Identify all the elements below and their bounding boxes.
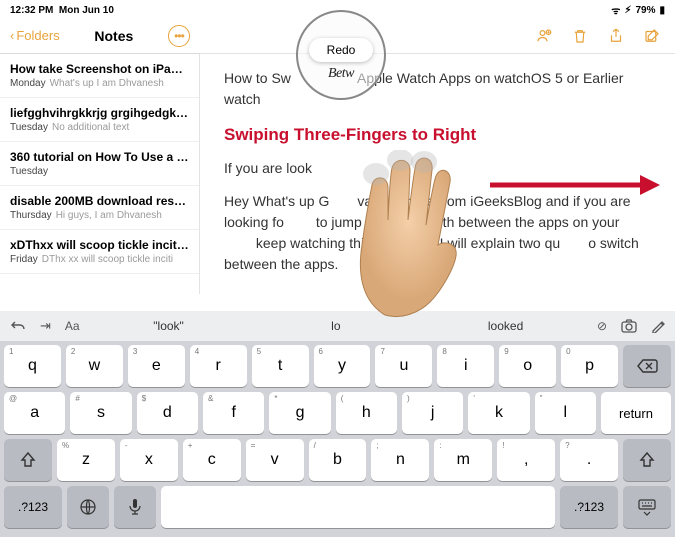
undo-toolbar-button[interactable] bbox=[10, 319, 26, 333]
note-subtitle: Tuesday bbox=[10, 166, 189, 177]
notes-sidebar[interactable]: How take Screenshot on iPad wi… MondayWha… bbox=[0, 54, 200, 294]
key-n[interactable]: ;n bbox=[371, 439, 429, 481]
arrow-right-icon bbox=[490, 172, 660, 198]
key-shift-right[interactable] bbox=[623, 439, 671, 481]
key-l[interactable]: "l bbox=[535, 392, 596, 434]
key-dictation[interactable] bbox=[114, 486, 156, 528]
note-subtitle: FridayDThx xx will scoop tickle inciti bbox=[10, 254, 189, 265]
key-r[interactable]: 4r bbox=[190, 345, 247, 387]
note-list-item[interactable]: liefgghvihrgkkrjg grgihgedgkeijg… Tuesday… bbox=[0, 98, 199, 142]
key-m[interactable]: :m bbox=[434, 439, 492, 481]
status-date: Mon Jun 10 bbox=[59, 5, 114, 16]
key-o[interactable]: 9o bbox=[499, 345, 556, 387]
key-period[interactable]: ?. bbox=[560, 439, 618, 481]
key-backspace[interactable] bbox=[623, 345, 671, 387]
note-subtitle: MondayWhat's up I am Dhvanesh bbox=[10, 78, 189, 89]
note-list-item[interactable]: How take Screenshot on iPad wi… MondayWha… bbox=[0, 54, 199, 98]
backspace-icon bbox=[636, 358, 658, 374]
chevron-left-icon: ‹ bbox=[10, 28, 14, 43]
key-q[interactable]: 1q bbox=[4, 345, 61, 387]
note-list-item[interactable]: xDThxx will scoop tickle inciting s Frida… bbox=[0, 230, 199, 274]
hide-keyboard-icon bbox=[637, 498, 657, 516]
checkmark-icon[interactable]: ⊘ bbox=[597, 319, 607, 333]
suggestion-bar: look lo looked bbox=[80, 319, 597, 333]
keyboard: ⇥ Aa look lo looked ⊘ 1q2w3e4r5t6y7u8i9o… bbox=[0, 311, 675, 537]
trash-icon bbox=[571, 27, 589, 45]
person-add-icon bbox=[535, 27, 553, 45]
key-k[interactable]: 'k bbox=[468, 392, 529, 434]
key-numbers[interactable]: .?123 bbox=[4, 486, 62, 528]
suggestion[interactable]: looked bbox=[488, 319, 523, 333]
compose-button[interactable] bbox=[643, 27, 661, 45]
suggestion[interactable]: lo bbox=[331, 319, 340, 333]
redo-subtext: Betw bbox=[328, 66, 354, 82]
note-title: disable 200MB download restric… bbox=[10, 194, 189, 208]
status-time: 12:32 PM bbox=[10, 5, 53, 16]
key-d[interactable]: $d bbox=[137, 392, 198, 434]
note-subtitle: ThursdayHi guys, I am Dhvanesh bbox=[10, 210, 189, 221]
key-y[interactable]: 6y bbox=[314, 345, 371, 387]
globe-icon bbox=[79, 498, 97, 516]
hand-gesture-overlay bbox=[330, 150, 470, 320]
redo-pill: Redo bbox=[309, 38, 374, 62]
redo-label: Redo bbox=[327, 43, 356, 57]
redo-indicator-overlay: Redo Betw bbox=[296, 10, 386, 100]
key-c[interactable]: +c bbox=[183, 439, 241, 481]
key-j[interactable]: )j bbox=[402, 392, 463, 434]
camera-icon[interactable] bbox=[621, 319, 637, 333]
key-v[interactable]: =v bbox=[246, 439, 304, 481]
tab-key-icon[interactable]: ⇥ bbox=[40, 318, 51, 334]
charging-icon: ⚡︎ bbox=[624, 5, 631, 16]
key-f[interactable]: &f bbox=[203, 392, 264, 434]
key-globe[interactable] bbox=[67, 486, 109, 528]
note-paragraph: How to Swxxxxxxxxx Apple Watch Apps on w… bbox=[224, 68, 651, 110]
wifi-icon: ᯤ bbox=[611, 3, 620, 17]
key-e[interactable]: 3e bbox=[128, 345, 185, 387]
note-title: liefgghvihrgkkrjg grgihgedgkeijg… bbox=[10, 106, 189, 120]
key-w[interactable]: 2w bbox=[66, 345, 123, 387]
collaborate-button[interactable] bbox=[535, 27, 553, 45]
note-list-item[interactable]: disable 200MB download restric… ThursdayH… bbox=[0, 186, 199, 230]
markup-icon[interactable] bbox=[651, 319, 665, 333]
font-format-button[interactable]: Aa bbox=[65, 319, 80, 333]
key-shift-left[interactable] bbox=[4, 439, 52, 481]
key-comma[interactable]: !, bbox=[497, 439, 555, 481]
note-title: xDThxx will scoop tickle inciting s bbox=[10, 238, 189, 252]
mic-icon bbox=[128, 498, 142, 516]
key-s[interactable]: #s bbox=[70, 392, 131, 434]
key-g[interactable]: *g bbox=[269, 392, 330, 434]
key-i[interactable]: 8i bbox=[437, 345, 494, 387]
share-icon bbox=[607, 27, 625, 45]
key-a[interactable]: @a bbox=[4, 392, 65, 434]
key-return[interactable]: return bbox=[601, 392, 671, 434]
back-button[interactable]: ‹Folders bbox=[10, 28, 60, 43]
share-button[interactable] bbox=[607, 27, 625, 45]
note-title: 360 tutorial on How To Use a Blu… bbox=[10, 150, 189, 164]
battery-icon: ▮ bbox=[659, 5, 665, 16]
key-u[interactable]: 7u bbox=[375, 345, 432, 387]
key-x[interactable]: -x bbox=[120, 439, 178, 481]
key-hide-keyboard[interactable] bbox=[623, 486, 671, 528]
tutorial-annotation: Swiping Three-Fingers to Right bbox=[224, 122, 651, 148]
suggestion[interactable]: look bbox=[153, 319, 184, 333]
note-subtitle: TuesdayNo additional text bbox=[10, 122, 189, 133]
back-label: Folders bbox=[16, 28, 59, 43]
sidebar-title: Notes bbox=[94, 28, 133, 44]
note-title: How take Screenshot on iPad wi… bbox=[10, 62, 189, 76]
key-p[interactable]: 0p bbox=[561, 345, 618, 387]
more-button[interactable]: ••• bbox=[168, 25, 190, 47]
key-space[interactable] bbox=[161, 486, 555, 528]
key-b[interactable]: /b bbox=[309, 439, 367, 481]
key-z[interactable]: %z bbox=[57, 439, 115, 481]
key-h[interactable]: (h bbox=[336, 392, 397, 434]
note-list-item[interactable]: 360 tutorial on How To Use a Blu… Tuesday bbox=[0, 142, 199, 186]
shift-icon bbox=[638, 451, 656, 469]
key-t[interactable]: 5t bbox=[252, 345, 309, 387]
ellipsis-icon: ••• bbox=[174, 29, 184, 43]
compose-icon bbox=[643, 27, 661, 45]
battery-percent: 79% bbox=[635, 5, 655, 16]
key-numbers-right[interactable]: .?123 bbox=[560, 486, 618, 528]
shift-icon bbox=[19, 451, 37, 469]
delete-button[interactable] bbox=[571, 27, 589, 45]
